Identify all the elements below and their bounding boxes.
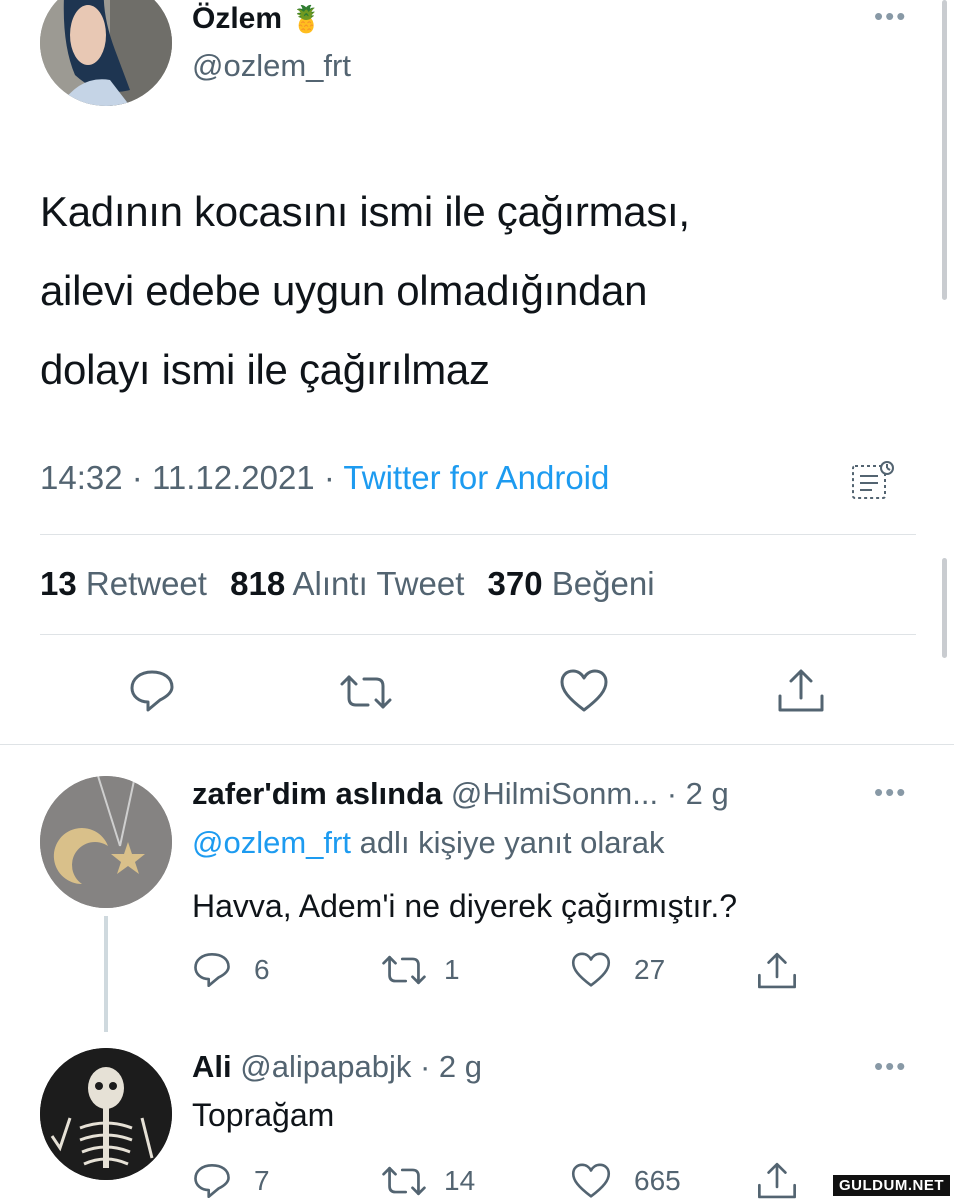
reply-icon xyxy=(130,670,174,712)
reply2-reply-button[interactable]: 7 xyxy=(192,1162,270,1200)
retweet-icon xyxy=(382,955,426,985)
quote-stat[interactable]: 818 Alıntı Tweet xyxy=(230,565,473,602)
analytics-icon[interactable] xyxy=(850,460,896,502)
reply1-replying-to: @ozlem_frt adlı kişiye yanıt olarak xyxy=(192,825,665,861)
divider xyxy=(40,534,916,535)
tweet-text-line: Kadının kocasını ismi ile çağırması, xyxy=(40,188,690,235)
reply1-reply-count: 6 xyxy=(254,954,270,985)
tweet-stats: 13 Retweet 818 Alıntı Tweet 370 Beğeni xyxy=(40,565,655,603)
reply1-replying-to-handle[interactable]: @ozlem_frt xyxy=(192,825,351,860)
reply-icon xyxy=(194,1163,230,1199)
share-icon xyxy=(758,952,796,989)
more-options-icon[interactable]: ••• xyxy=(874,3,907,29)
heart-icon xyxy=(571,1163,611,1198)
author-handle[interactable]: @ozlem_frt xyxy=(192,48,351,84)
reply2-retweet-button[interactable]: 14 xyxy=(380,1164,475,1198)
tweet-text: Kadının kocasını ismi ile çağırması, ail… xyxy=(40,172,690,409)
pineapple-emoji: 🍍 xyxy=(290,4,323,34)
reply1-author-name[interactable]: zafer'dim aslında xyxy=(192,776,442,811)
reply1-text: Havva, Adem'i ne diyerek çağırmıştır.? xyxy=(192,888,737,924)
reply2-retweet-count: 14 xyxy=(444,1165,476,1196)
reply2-like-count: 665 xyxy=(634,1165,681,1196)
share-icon xyxy=(758,1162,796,1199)
reply1-retweet-button[interactable]: 1 xyxy=(380,953,460,987)
tweet-date[interactable]: 11.12.2021 xyxy=(152,459,315,496)
tweet-meta: 14:32 · 11.12.2021 · Twitter for Android xyxy=(40,459,609,497)
section-divider xyxy=(0,744,954,745)
tweet-text-line: dolayı ismi ile çağırılmaz xyxy=(40,346,490,393)
reply2-author-name[interactable]: Ali xyxy=(192,1049,232,1084)
reply1-retweet-count: 1 xyxy=(444,954,460,985)
tweet-time[interactable]: 14:32 xyxy=(40,459,123,496)
meta-separator: · xyxy=(131,459,143,496)
scrollbar-thumb[interactable] xyxy=(942,558,947,658)
like-stat[interactable]: 370 Beğeni xyxy=(488,565,655,602)
retweet-icon xyxy=(340,675,392,709)
divider xyxy=(40,634,916,635)
tweet-source[interactable]: Twitter for Android xyxy=(343,459,609,496)
reply1-like-button[interactable]: 27 xyxy=(570,951,665,989)
reply2-text: Toprağam xyxy=(192,1097,335,1133)
reply1-like-count: 27 xyxy=(634,954,666,985)
heart-icon xyxy=(571,952,611,987)
reply1-replying-to-text: adlı kişiye yanıt olarak xyxy=(359,825,665,860)
author-name[interactable]: Özlem 🍍 xyxy=(192,2,323,36)
share-button[interactable] xyxy=(776,666,826,716)
meta-separator: · xyxy=(323,459,335,496)
reply1-avatar[interactable] xyxy=(40,776,172,908)
retweet-button[interactable] xyxy=(338,672,394,712)
reply2-handle[interactable]: @alipapabjk xyxy=(240,1049,411,1084)
retweet-icon xyxy=(382,1166,426,1196)
retweet-count: 13 xyxy=(40,565,77,602)
share-icon xyxy=(778,669,824,712)
reply2-reply-count: 7 xyxy=(254,1165,270,1196)
author-name-text[interactable]: Özlem xyxy=(192,2,282,35)
reply1-more-options-icon[interactable]: ••• xyxy=(874,779,907,805)
reply2-more-options-icon[interactable]: ••• xyxy=(874,1053,907,1079)
reply1-reply-button[interactable]: 6 xyxy=(192,951,270,989)
quote-count: 818 xyxy=(230,565,286,602)
reply2-age[interactable]: · 2 g xyxy=(420,1049,482,1084)
reply2-share-button[interactable] xyxy=(756,1160,798,1202)
reply1-header: zafer'dim aslında @HilmiSonm... · 2 g xyxy=(192,776,729,812)
reply1-handle[interactable]: @HilmiSonm... xyxy=(451,776,658,811)
reply-icon xyxy=(194,952,230,988)
heart-icon xyxy=(560,669,608,712)
tweet-text-line: ailevi edebe uygun olmadığından xyxy=(40,267,648,314)
like-count: 370 xyxy=(487,565,543,602)
thread-line xyxy=(104,916,108,1032)
reply1-age[interactable]: · 2 g xyxy=(667,776,729,811)
scrollbar-thumb[interactable] xyxy=(942,0,947,300)
like-label: Beğeni xyxy=(551,565,655,602)
retweet-label: Retweet xyxy=(85,565,207,602)
reply2-avatar[interactable] xyxy=(40,1048,172,1180)
retweet-stat[interactable]: 13 Retweet xyxy=(40,565,216,602)
watermark: GULDUM.NET xyxy=(833,1175,950,1196)
reply2-like-button[interactable]: 665 xyxy=(570,1162,681,1200)
quote-label: Alıntı Tweet xyxy=(292,565,465,602)
like-button[interactable] xyxy=(558,668,610,714)
reply2-header: Ali @alipapabjk · 2 g xyxy=(192,1049,482,1085)
reply-button[interactable] xyxy=(128,668,176,714)
reply1-share-button[interactable] xyxy=(756,950,798,992)
author-avatar[interactable] xyxy=(40,0,172,106)
